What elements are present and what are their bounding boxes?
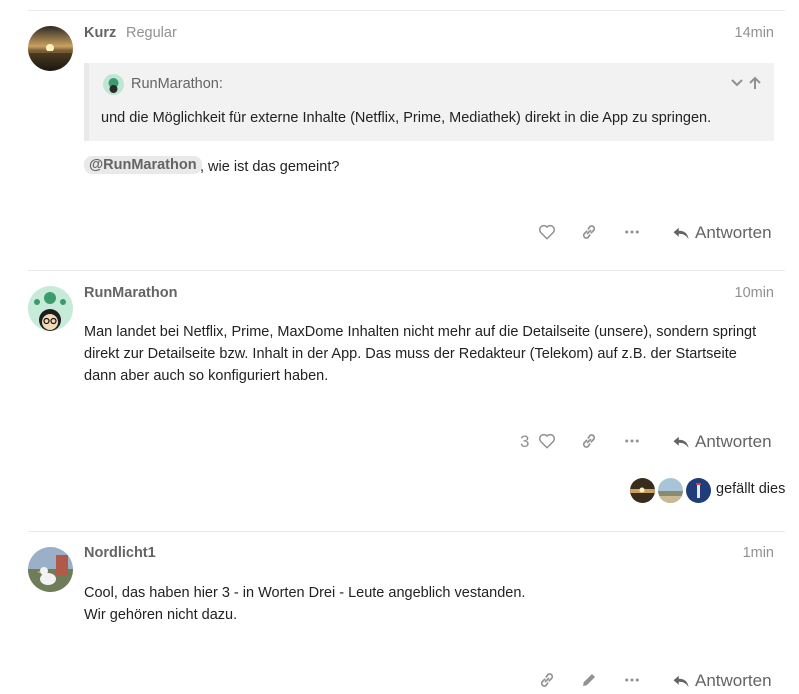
avatar-image [28, 547, 73, 592]
user-title: Regular [126, 25, 177, 41]
liker-avatar[interactable] [630, 478, 655, 503]
reply-button[interactable]: Antworten [672, 432, 772, 452]
post-username[interactable]: RunMarathon [84, 285, 177, 301]
avatar-runmarathon[interactable] [28, 286, 73, 331]
reply-label: Antworten [695, 432, 772, 451]
link-icon [582, 225, 596, 239]
share-link-button[interactable] [575, 218, 603, 246]
reply-button[interactable]: Antworten [672, 223, 772, 243]
post-username[interactable]: Nordlicht1 [84, 545, 156, 561]
post-body-line: Wir gehören nicht dazu. [84, 607, 238, 623]
reply-arrow-icon [673, 227, 689, 239]
heart-icon [538, 224, 556, 240]
avatar-nordlicht1[interactable] [28, 547, 73, 592]
more-button[interactable] [618, 427, 646, 455]
liked-by-text: gefällt dies [716, 481, 786, 497]
ellipsis-icon [625, 230, 639, 234]
reply-arrow-icon [673, 675, 689, 687]
post-body-line: Man landet bei Netflix, Prime, MaxDome I… [84, 324, 757, 340]
avatar-image [28, 26, 73, 71]
post-time[interactable]: 14min [735, 25, 775, 41]
post-username[interactable]: Kurz [84, 25, 116, 41]
post-body-line: Cool, das haben hier 3 - in Worten Drei … [84, 585, 526, 601]
quote-avatar [103, 74, 124, 95]
quote-block: RunMarathon: und die Möglichkeit für ext… [84, 63, 774, 141]
liker-avatar[interactable] [686, 478, 711, 503]
link-icon [582, 434, 596, 448]
like-count[interactable]: 3 [520, 432, 529, 452]
share-link-button[interactable] [533, 666, 561, 694]
heart-icon [538, 433, 556, 449]
quote-username[interactable]: RunMarathon: [131, 76, 223, 92]
post-body: , wie ist das gemeint? [200, 159, 340, 175]
reply-arrow-icon [673, 436, 689, 448]
avatar-image [28, 286, 73, 331]
more-button[interactable] [618, 666, 646, 694]
post-divider [28, 531, 785, 532]
liker-avatar[interactable] [658, 478, 683, 503]
reply-button[interactable]: Antworten [672, 671, 772, 691]
quote-controls [730, 76, 762, 93]
like-button[interactable] [533, 218, 561, 246]
user-mention[interactable]: @RunMarathon [84, 156, 202, 174]
link-icon [540, 673, 554, 687]
share-link-button[interactable] [575, 427, 603, 455]
more-button[interactable] [618, 218, 646, 246]
avatar-kurz[interactable] [28, 26, 73, 71]
arrow-up-icon[interactable] [748, 76, 762, 93]
post-time[interactable]: 1min [743, 545, 774, 561]
post-time[interactable]: 10min [735, 285, 775, 301]
post-divider [28, 270, 785, 271]
post-body-line: dann aber auch so konfiguriert haben. [84, 368, 329, 384]
ellipsis-icon [625, 439, 639, 443]
post-divider [28, 10, 785, 11]
reply-label: Antworten [695, 223, 772, 242]
chevron-down-icon[interactable] [730, 77, 748, 93]
pencil-icon [583, 674, 595, 686]
post-body-line: direkt zur Detailseite bzw. Inhalt in de… [84, 346, 737, 362]
edit-button[interactable] [575, 666, 603, 694]
like-button[interactable] [533, 427, 561, 455]
reply-label: Antworten [695, 671, 772, 690]
quote-text: und die Möglichkeit für externe Inhalte … [101, 110, 712, 126]
ellipsis-icon [625, 678, 639, 682]
